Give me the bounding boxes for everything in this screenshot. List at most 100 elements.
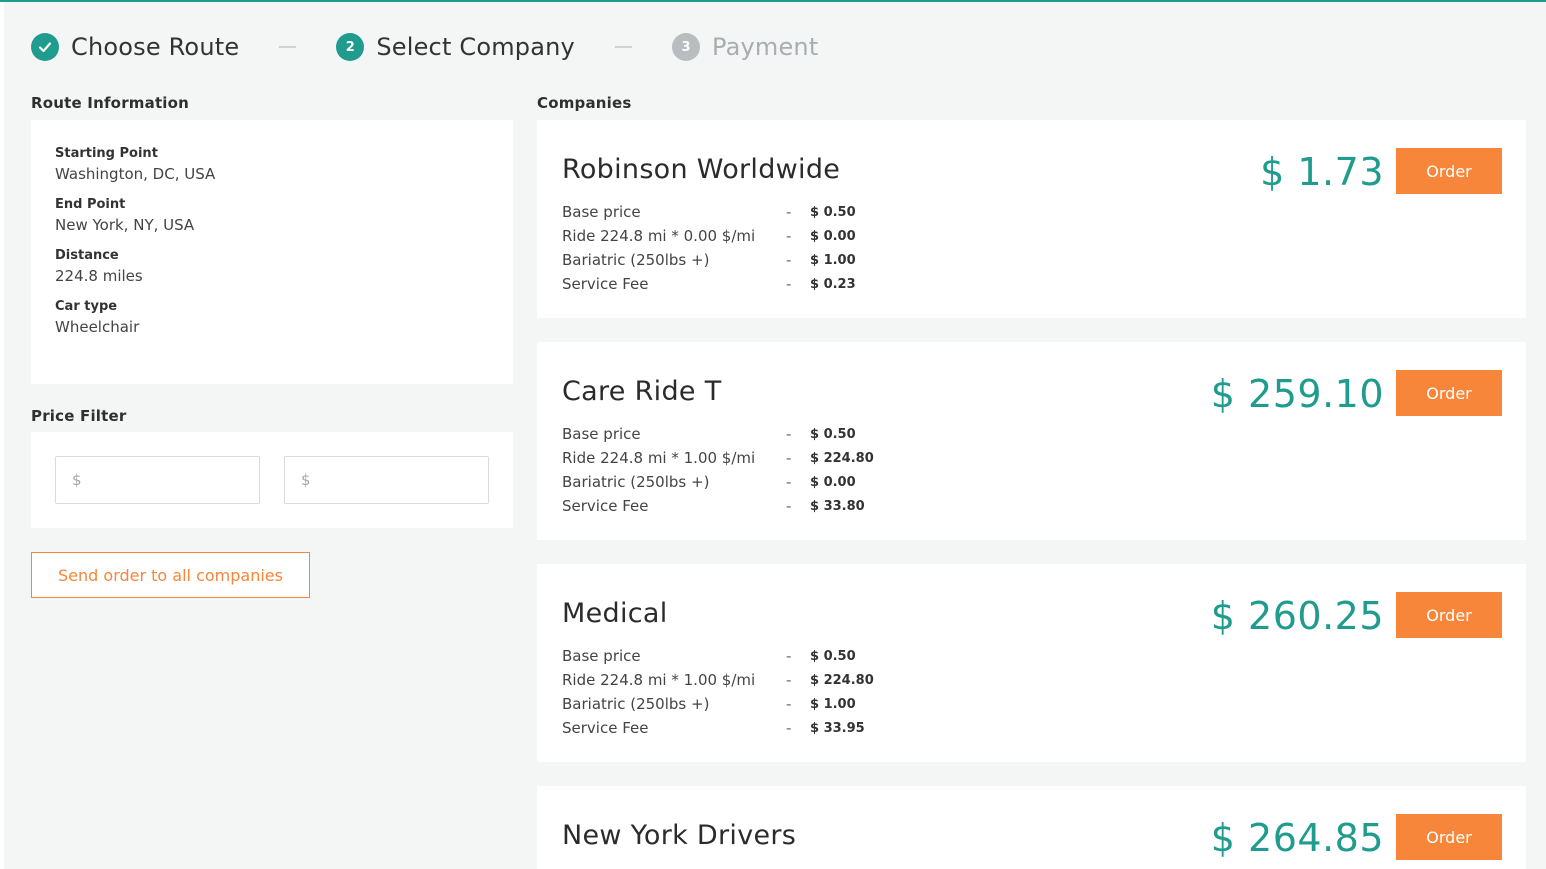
price-breakdown: Base price - $ 0.50 Ride 224.8 mi * 1.00 $… <box>562 644 874 740</box>
price-row-value: $ 0.00 <box>810 474 856 490</box>
page-shell: Choose Route 2 Select Company 3 Payment … <box>4 2 1546 869</box>
step-separator <box>279 46 297 48</box>
step-label: Payment <box>711 33 819 61</box>
step-choose-route[interactable]: Choose Route <box>31 33 239 61</box>
price-row-separator: - <box>786 473 792 491</box>
price-row-value: $ 224.80 <box>810 672 874 688</box>
price-breakdown: Base price - $ 0.50 Ride 224.8 mi * 0.00 $… <box>562 200 856 296</box>
price-row-label: Ride 224.8 mi * 0.00 $/mi <box>562 227 756 245</box>
company-name: Medical <box>562 598 668 629</box>
companies-heading: Companies <box>537 94 632 112</box>
company-card: New York Drivers $ 264.85 Order <box>537 786 1526 869</box>
order-button[interactable]: Order <box>1396 370 1502 416</box>
price-row-label: Bariatric (250lbs +) <box>562 473 710 491</box>
price-row: Base price - $ 0.50 <box>562 200 856 224</box>
route-distance: Distance 224.8 miles <box>55 248 489 285</box>
check-icon <box>31 33 59 61</box>
step-number-badge: 3 <box>671 33 700 61</box>
price-row-value: $ 0.23 <box>810 276 856 292</box>
price-row-separator: - <box>786 275 792 293</box>
company-name: Care Ride T <box>562 376 722 407</box>
company-card: Robinson Worldwide Base price - $ 0.50 Rid… <box>537 120 1526 318</box>
step-payment[interactable]: 3 Payment <box>671 33 819 61</box>
price-row-value: $ 1.00 <box>810 252 856 268</box>
price-row-value: $ 0.00 <box>810 228 856 244</box>
price-row-label: Ride 224.8 mi * 1.00 $/mi <box>562 449 756 467</box>
price-row-separator: - <box>786 647 792 665</box>
price-row-label: Service Fee <box>562 275 649 293</box>
price-row-separator: - <box>786 251 792 269</box>
price-row-separator: - <box>786 671 792 689</box>
price-row: Service Fee - $ 0.23 <box>562 272 856 296</box>
order-button[interactable]: Order <box>1396 814 1502 860</box>
price-row-value: $ 0.50 <box>810 648 856 664</box>
price-row: Ride 224.8 mi * 1.00 $/mi - $ 224.80 <box>562 668 874 692</box>
price-row: Service Fee - $ 33.80 <box>562 494 874 518</box>
step-separator <box>614 46 632 48</box>
price-row: Ride 224.8 mi * 1.00 $/mi - $ 224.80 <box>562 446 874 470</box>
step-select-company[interactable]: 2 Select Company <box>336 33 575 61</box>
price-row-separator: - <box>786 425 792 443</box>
price-row-value: $ 0.50 <box>810 426 856 442</box>
route-info-panel: Starting Point Washington, DC, USA End P… <box>31 120 513 384</box>
price-row: Bariatric (250lbs +) - $ 1.00 <box>562 692 874 716</box>
price-row-label: Bariatric (250lbs +) <box>562 251 710 269</box>
company-card: Medical Base price - $ 0.50 Ride 224.8 mi … <box>537 564 1526 762</box>
step-number-badge: 2 <box>336 33 365 61</box>
route-value: New York, NY, USA <box>55 216 195 234</box>
price-row-label: Base price <box>562 647 641 665</box>
price-row-label: Service Fee <box>562 719 649 737</box>
progress-stepper: Choose Route 2 Select Company 3 Payment <box>31 30 818 64</box>
route-end-point: End Point New York, NY, USA <box>55 197 489 234</box>
price-row-label: Ride 224.8 mi * 1.00 $/mi <box>562 671 756 689</box>
step-label: Choose Route <box>71 33 240 61</box>
price-row: Base price - $ 0.50 <box>562 644 874 668</box>
company-name: New York Drivers <box>562 820 797 851</box>
route-value: Wheelchair <box>55 318 140 336</box>
order-button[interactable]: Order <box>1396 148 1502 194</box>
price-row-value: $ 33.95 <box>810 720 865 736</box>
send-to-all-button[interactable]: Send order to all companies <box>31 552 310 598</box>
route-key: End Point <box>55 197 126 212</box>
price-filter-heading: Price Filter <box>31 407 127 425</box>
price-row-value: $ 224.80 <box>810 450 874 466</box>
route-info-heading: Route Information <box>31 94 190 112</box>
price-row-separator: - <box>786 227 792 245</box>
step-label: Select Company <box>376 33 575 61</box>
route-value: 224.8 miles <box>55 267 143 285</box>
price-row-value: $ 33.80 <box>810 498 865 514</box>
price-row-separator: - <box>786 203 792 221</box>
price-row-separator: - <box>786 449 792 467</box>
price-row: Base price - $ 0.50 <box>562 422 874 446</box>
company-card: Care Ride T Base price - $ 0.50 Ride 224.8… <box>537 342 1526 540</box>
price-row: Bariatric (250lbs +) - $ 1.00 <box>562 248 856 272</box>
route-key: Distance <box>55 248 119 263</box>
price-row-separator: - <box>786 719 792 737</box>
price-row: Ride 224.8 mi * 0.00 $/mi - $ 0.00 <box>562 224 856 248</box>
route-value: Washington, DC, USA <box>55 165 216 183</box>
total-price: $ 260.25 <box>1210 594 1384 638</box>
price-row-value: $ 0.50 <box>810 204 856 220</box>
price-breakdown: Base price - $ 0.50 Ride 224.8 mi * 1.00 $… <box>562 422 874 518</box>
price-filter-panel <box>31 432 513 528</box>
price-row-separator: - <box>786 497 792 515</box>
total-price: $ 259.10 <box>1210 372 1384 416</box>
max-price-input[interactable] <box>284 456 489 504</box>
route-key: Car type <box>55 299 118 314</box>
price-row: Service Fee - $ 33.95 <box>562 716 874 740</box>
route-key: Starting Point <box>55 146 158 161</box>
min-price-input[interactable] <box>55 456 260 504</box>
order-button[interactable]: Order <box>1396 592 1502 638</box>
route-starting-point: Starting Point Washington, DC, USA <box>55 146 489 183</box>
price-row-label: Base price <box>562 203 641 221</box>
route-car-type: Car type Wheelchair <box>55 299 489 336</box>
company-name: Robinson Worldwide <box>562 154 841 185</box>
price-row-label: Base price <box>562 425 641 443</box>
price-row-value: $ 1.00 <box>810 696 856 712</box>
price-row: Bariatric (250lbs +) - $ 0.00 <box>562 470 874 494</box>
price-row-label: Service Fee <box>562 497 649 515</box>
price-row-label: Bariatric (250lbs +) <box>562 695 710 713</box>
total-price: $ 1.73 <box>1260 150 1384 194</box>
total-price: $ 264.85 <box>1210 816 1384 860</box>
price-row-separator: - <box>786 695 792 713</box>
